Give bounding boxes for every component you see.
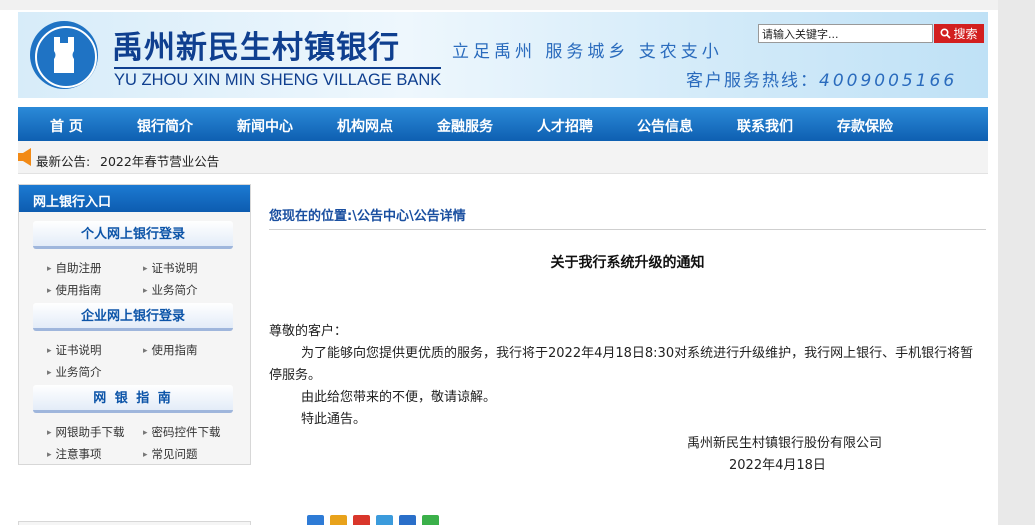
sidebar-link-corp-cert-info[interactable]: 证书说明	[47, 342, 102, 358]
share-icon-1[interactable]	[307, 515, 324, 525]
nav-item-news[interactable]: 新闻中心	[237, 116, 293, 136]
corporate-banking-login[interactable]: 企业网上银行登录	[33, 303, 233, 331]
article-signature: 禹州新民生村镇银行股份有限公司	[687, 436, 883, 451]
top-strip	[0, 0, 998, 10]
sidebar-link-corp-service-intro[interactable]: 业务简介	[47, 364, 102, 380]
search-icon	[940, 28, 952, 39]
sidebar-link-corp-user-guide[interactable]: 使用指南	[143, 342, 198, 358]
notice-link[interactable]: 2022年春节营业公告	[100, 151, 219, 170]
share-icon-5[interactable]	[399, 515, 416, 525]
breadcrumb-divider	[269, 229, 986, 230]
bank-name-en: YU ZHOU XIN MIN SHENG VILLAGE BANK	[114, 67, 442, 90]
breadcrumb-detail[interactable]: 公告详情	[414, 209, 466, 224]
share-icon-4[interactable]	[376, 515, 393, 525]
slogan: 立足禹州 服务城乡 支农支小	[452, 42, 723, 62]
page: 禹州新民生村镇银行 YU ZHOU XIN MIN SHENG VILLAGE …	[0, 0, 998, 525]
sidebar-link-faq[interactable]: 常见问题	[143, 446, 198, 462]
header-banner: 禹州新民生村镇银行 YU ZHOU XIN MIN SHENG VILLAGE …	[18, 12, 988, 98]
hotline: 客户服务热线：4009005166	[686, 66, 957, 91]
nav-item-deposit-insurance[interactable]: 存款保险	[837, 116, 893, 136]
breadcrumb-announcements[interactable]: 公告中心	[357, 209, 409, 224]
sidebar-online-banking: 网上银行入口 个人网上银行登录 自助注册 证书说明 使用指南 业务简介 企业网上…	[18, 184, 251, 465]
nav-item-contact[interactable]: 联系我们	[737, 116, 793, 136]
nav-item-services[interactable]: 金融服务	[437, 116, 493, 136]
nav-item-careers[interactable]: 人才招聘	[537, 116, 593, 136]
bank-logo-icon[interactable]	[30, 21, 98, 89]
sidebar-link-cert-info[interactable]: 证书说明	[143, 260, 198, 276]
notice-label: 最新公告:	[36, 154, 91, 169]
share-icon-6[interactable]	[422, 515, 439, 525]
article-date: 2022年4月18日	[729, 458, 826, 473]
hotline-label: 客户服务热线：	[686, 71, 819, 91]
nav-item-about[interactable]: 银行简介	[137, 116, 193, 136]
personal-banking-login[interactable]: 个人网上银行登录	[33, 221, 233, 249]
article-paragraph: 为了能够向您提供更优质的服务，我行将于2022年4月18日8:30对系统进行升级…	[269, 346, 974, 383]
search-button-label: 搜索	[953, 27, 978, 41]
nav-item-home[interactable]: 首 页	[50, 116, 83, 136]
article-body: 尊敬的客户： 为了能够向您提供更优质的服务，我行将于2022年4月18日8:30…	[269, 321, 986, 431]
nav-item-branches[interactable]: 机构网点	[337, 116, 393, 136]
sidebar-link-self-register[interactable]: 自助注册	[47, 260, 102, 276]
search-button[interactable]: 搜索	[934, 24, 984, 43]
sidebar-link-password-control[interactable]: 密码控件下载	[143, 424, 221, 440]
breadcrumb-prefix: 您现在的位置:	[269, 209, 353, 224]
notice-bar: 最新公告: 2022年春节营业公告	[18, 141, 988, 174]
breadcrumb: 您现在的位置:\公告中心\公告详情	[269, 205, 466, 224]
main-nav: 首 页 银行简介 新闻中心 机构网点 金融服务 人才招聘 公告信息 联系我们 存…	[18, 107, 988, 141]
sidebar-link-service-intro[interactable]: 业务简介	[143, 282, 198, 298]
speaker-icon	[18, 148, 31, 166]
share-icons	[307, 515, 439, 525]
article-paragraph: 由此给您带来的不便，敬请谅解。	[301, 390, 497, 405]
article-title: 关于我行系统升级的通知	[550, 255, 705, 271]
sidebar-link-user-guide[interactable]: 使用指南	[47, 282, 102, 298]
ebanking-guide[interactable]: 网 银 指 南	[33, 385, 233, 413]
nav-item-announcements[interactable]: 公告信息	[637, 116, 693, 136]
sidebar-heading: 网上银行入口	[19, 185, 250, 212]
sidebar-link-helper-download[interactable]: 网银助手下载	[47, 424, 125, 440]
share-icon-3[interactable]	[353, 515, 370, 525]
article-greeting: 尊敬的客户：	[269, 324, 348, 339]
article-paragraph: 特此通告。	[301, 412, 367, 427]
search-input[interactable]	[758, 24, 933, 43]
sidebar-second-box	[18, 521, 251, 525]
share-icon-2[interactable]	[330, 515, 347, 525]
bank-name-cn: 禹州新民生村镇银行	[112, 30, 400, 66]
sidebar-link-notes[interactable]: 注意事项	[47, 446, 102, 462]
hotline-number: 4009005166	[819, 71, 958, 91]
